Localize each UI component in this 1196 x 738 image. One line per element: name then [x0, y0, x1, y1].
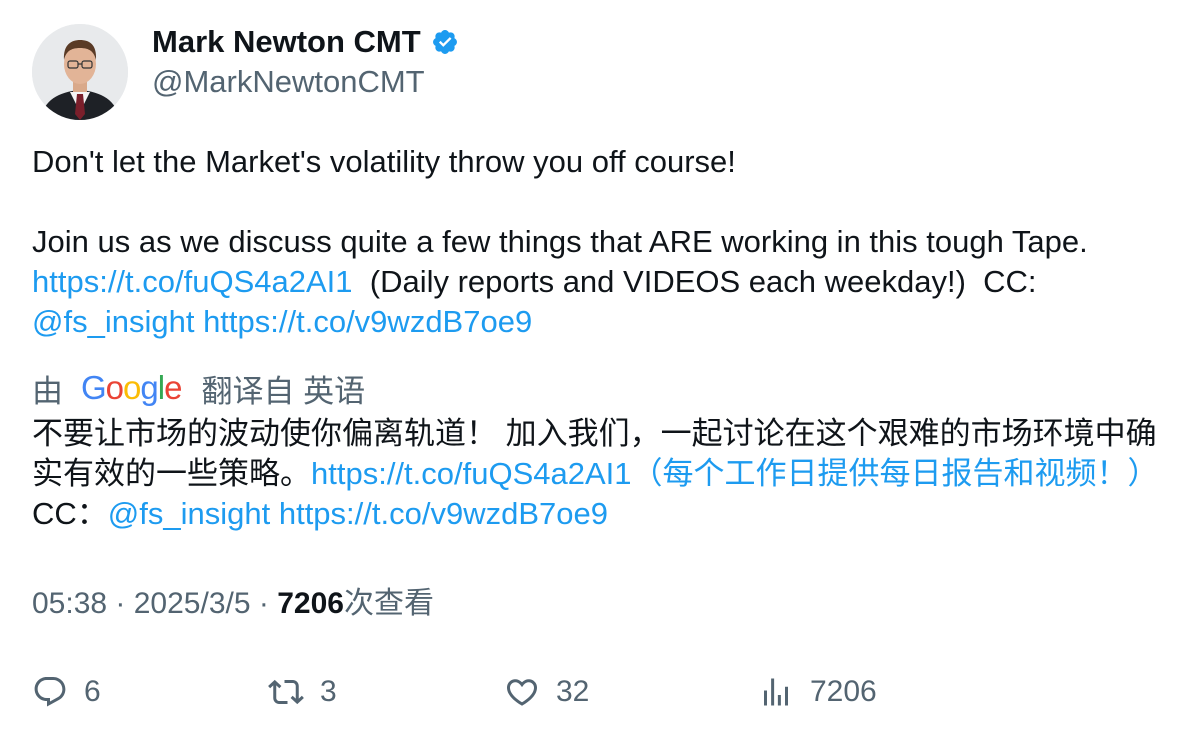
tweet-text: Don't let the Market's volatility throw … — [32, 142, 1172, 342]
action-bar: 6 3 32 7206 — [32, 668, 1172, 716]
meta-separator: · — [107, 587, 134, 620]
like-icon — [506, 679, 538, 706]
retweet-button[interactable]: 3 — [268, 668, 337, 716]
translation-by-label: 由 — [32, 373, 63, 409]
google-logo: Google — [81, 369, 182, 406]
avatar[interactable] — [32, 24, 128, 120]
author-name-row: Mark Newton CMT — [152, 22, 459, 62]
tweet-mid-text: (Daily reports and VIDEOS each weekday!)… — [352, 264, 1046, 299]
reply-count: 6 — [84, 675, 101, 708]
translated-link-2[interactable]: https://t.co/v9wzdB7oe9 — [279, 496, 608, 531]
tweet-card: Mark Newton CMT @MarkNewtonCMT Don't let… — [0, 0, 1196, 738]
author-display-name[interactable]: Mark Newton CMT — [152, 22, 421, 62]
translation-from-label: 翻译自 英语 — [201, 373, 366, 409]
tweet-date[interactable]: 2025/3/5 — [134, 587, 251, 620]
translated-link-1[interactable]: https://t.co/fuQS4a2AI1（每个工作日提供每日报告和视频！） — [311, 456, 1159, 491]
tweet-link-2[interactable]: https://t.co/v9wzdB7oe9 — [203, 304, 532, 339]
tweet-line-1: Don't let the Market's volatility throw … — [32, 144, 736, 179]
translated-mention[interactable]: @fs_insight — [108, 496, 270, 531]
verified-badge-icon[interactable] — [431, 28, 459, 56]
reply-icon — [34, 677, 66, 707]
tweet-mention[interactable]: @fs_insight — [32, 304, 194, 339]
views-icon — [764, 678, 788, 706]
translation-attribution: 由 Google 翻译自 英语 — [32, 366, 365, 410]
retweet-icon — [268, 679, 304, 705]
tweet-link-1[interactable]: https://t.co/fuQS4a2AI1 — [32, 264, 353, 299]
reply-button[interactable]: 6 — [32, 668, 101, 716]
views-count: 7206 — [277, 587, 344, 620]
author-handle[interactable]: @MarkNewtonCMT — [152, 62, 425, 102]
translated-text: 不要让市场的波动使你偏离轨道！ 加入我们，一起讨论在这个艰难的市场环境中确实有效… — [32, 414, 1172, 534]
views-count-action: 7206 — [810, 675, 877, 708]
meta-separator: · — [250, 587, 278, 620]
retweet-count: 3 — [320, 675, 337, 708]
views-label: 次查看 — [343, 587, 434, 620]
translated-cc: CC： — [32, 496, 108, 531]
tweet-meta: 05:38 · 2025/3/5 · 7206次查看 — [32, 584, 434, 624]
tweet-time[interactable]: 05:38 — [32, 587, 107, 620]
like-button[interactable]: 32 — [504, 668, 589, 716]
like-count: 32 — [556, 675, 590, 708]
avatar-image — [32, 24, 128, 120]
tweet-line-2-text: Join us as we discuss quite a few things… — [32, 224, 1088, 259]
views-button[interactable]: 7206 — [758, 668, 877, 716]
tweet-line-2: Join us as we discuss quite a few things… — [32, 222, 1172, 342]
